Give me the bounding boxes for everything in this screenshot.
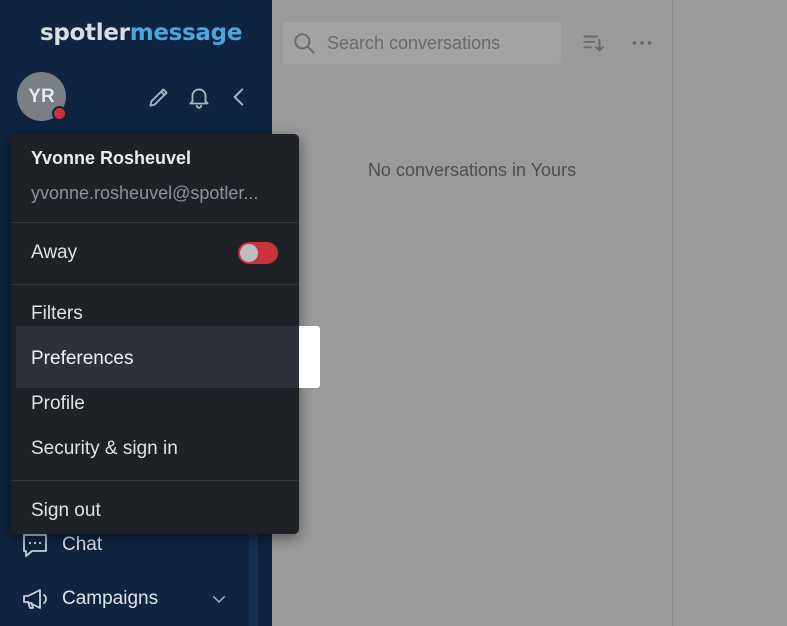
chevron-down-icon[interactable] [210,590,228,608]
status-dot [52,106,67,121]
menu-item-filters[interactable]: Filters [31,303,83,325]
chevron-left-icon [233,88,244,106]
notifications-button[interactable] [186,84,212,110]
search-box[interactable] [283,22,561,64]
menu-item-sign-out[interactable]: Sign out [31,500,101,522]
more-horizontal-icon [632,41,652,45]
conversation-detail-panel [672,0,787,626]
collapse-sidebar-button[interactable] [226,84,252,110]
brand-logo: spotler message [40,20,242,54]
menu-item-security[interactable]: Security & sign in [31,438,178,460]
sort-icon [583,35,604,52]
search-icon [294,33,315,54]
menu-divider [11,222,299,223]
nav-item-label: Chat [62,534,103,555]
sidebar-scrollbar[interactable] [249,530,258,626]
logo-part-1: spotler [40,20,130,46]
toggle-knob [240,244,258,262]
away-label: Away [31,242,78,263]
pencil-icon [149,88,168,107]
logo-part-2: message [129,20,243,46]
user-email: yvonne.rosheuvel@spotler... [31,183,259,203]
megaphone-icon [23,589,47,609]
compose-button[interactable] [146,84,172,110]
empty-state-text: No conversations in Yours [367,160,577,180]
search-input[interactable] [325,31,549,55]
sort-button[interactable] [580,30,606,56]
menu-divider [11,284,299,285]
nav-item-campaigns[interactable]: Campaigns [20,582,240,616]
more-options-button[interactable] [629,30,655,56]
bell-icon [189,88,209,109]
menu-item-preferences-label: Preferences [31,348,134,369]
conversation-list-panel: No conversations in Yours [272,0,672,626]
away-toggle[interactable] [238,242,278,264]
menu-divider [11,480,299,481]
menu-item-profile[interactable]: Profile [31,393,85,415]
nav-item-label: Campaigns [62,588,159,609]
avatar-initials: YR [28,85,55,107]
user-name: Yvonne Rosheuvel [31,148,192,168]
chat-icon [23,534,47,557]
